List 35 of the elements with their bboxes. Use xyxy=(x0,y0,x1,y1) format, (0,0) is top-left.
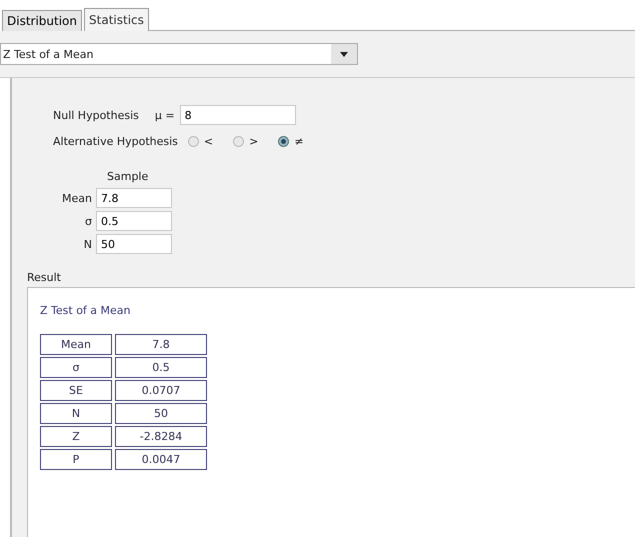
radio-button[interactable] xyxy=(233,136,244,146)
table-cell: Mean xyxy=(40,334,112,355)
result-title: Z Test of a Mean xyxy=(40,304,130,317)
option-label: < xyxy=(204,134,214,148)
sample-input-field[interactable]: 0.5 xyxy=(96,211,172,231)
test-dropdown[interactable]: Z Test of a Mean xyxy=(0,43,358,65)
radio-button[interactable] xyxy=(188,136,199,146)
alternative-hypothesis-label: Alternative Hypothesis xyxy=(53,134,178,148)
table-cell: SE xyxy=(40,380,112,401)
table-cell: σ xyxy=(40,357,112,378)
mu-label: μ = xyxy=(154,108,175,122)
radio-button[interactable] xyxy=(278,136,290,146)
sample-input-field[interactable]: 50 xyxy=(96,234,172,254)
table-cell: 0.0707 xyxy=(115,380,207,401)
table-cell: 0.0047 xyxy=(115,449,207,470)
option-label: ≠ xyxy=(294,134,304,148)
caret-icon xyxy=(340,52,348,56)
table-cell: 50 xyxy=(115,403,207,424)
option-label: > xyxy=(249,134,258,148)
table-cell: 0.5 xyxy=(115,357,207,378)
field-label: σ xyxy=(84,214,93,228)
table-cell: Z xyxy=(40,426,112,447)
null-hypothesis-label: Null Hypothesis xyxy=(53,108,139,122)
tab[interactable]: Statistics xyxy=(84,8,149,31)
table-cell: 7.8 xyxy=(115,334,207,355)
tab[interactable]: Distribution xyxy=(2,10,82,31)
result-label: Result xyxy=(27,271,61,284)
table-cell: P xyxy=(40,449,112,470)
sample-heading: Sample xyxy=(107,170,148,183)
mu-input-field[interactable]: 8 xyxy=(180,105,296,125)
table-cell: N xyxy=(40,403,112,424)
field-label: N xyxy=(82,238,93,250)
table-cell: -2.8284 xyxy=(115,426,207,447)
sample-input-field[interactable]: 7.8 xyxy=(96,188,172,208)
field-label: Mean xyxy=(61,192,93,204)
